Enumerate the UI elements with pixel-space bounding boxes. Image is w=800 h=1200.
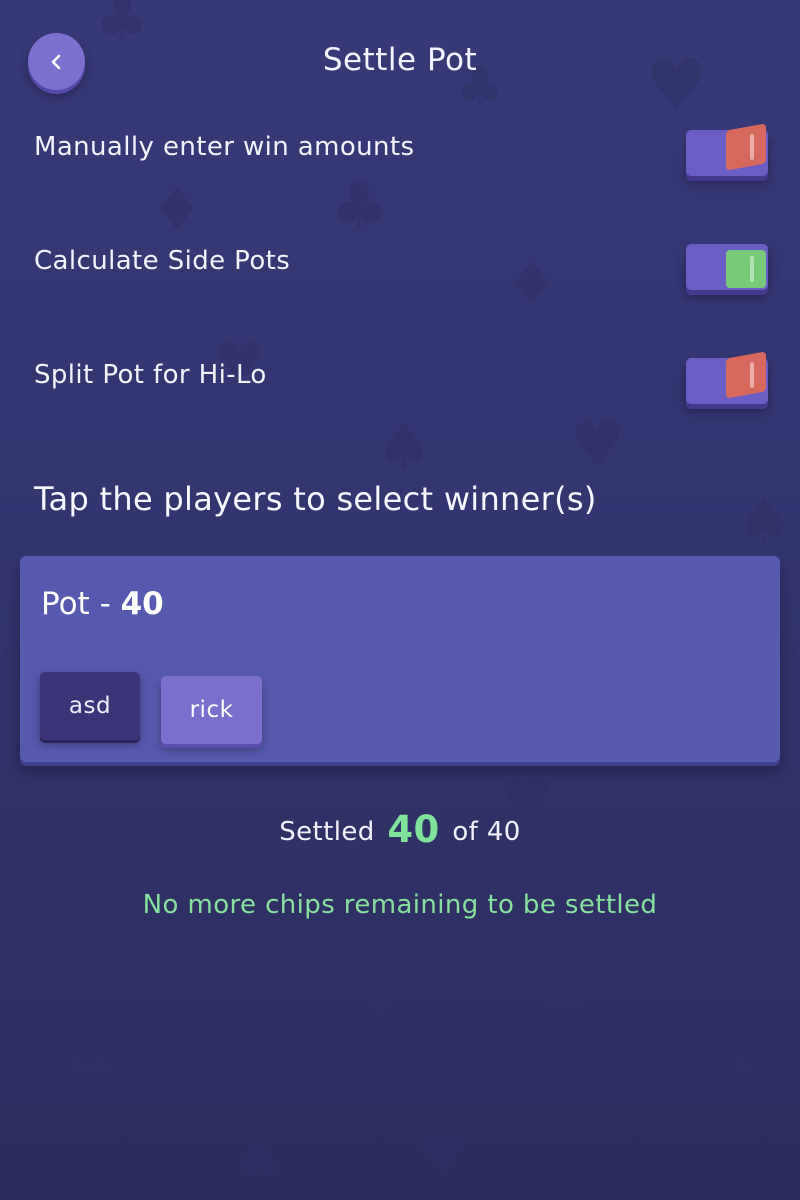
pot-card: Pot - 40 asd rick <box>20 556 780 762</box>
manual-win-amounts-toggle[interactable] <box>686 122 768 178</box>
settled-prefix: Settled <box>279 817 375 847</box>
toggle-label: Manually enter win amounts <box>34 132 415 162</box>
settled-summary: Settled 40 of 40 <box>0 808 800 851</box>
setting-calculate-side-pots: Calculate Side Pots <box>34 236 768 296</box>
setting-split-pot-hi-lo: Split Pot for Hi-Lo <box>34 350 768 410</box>
settlement-status: No more chips remaining to be settled <box>142 890 658 920</box>
setting-manual-win-amounts: Manually enter win amounts <box>34 122 768 182</box>
settled-amount: 40 <box>387 808 440 851</box>
toggle-label: Split Pot for Hi-Lo <box>34 360 267 390</box>
pot-title: Pot - 40 <box>41 586 164 622</box>
toggle-label: Calculate Side Pots <box>34 246 291 276</box>
pot-amount: 40 <box>120 586 164 622</box>
pot-label: Pot - <box>41 586 121 622</box>
header: Settle Pot <box>0 0 800 124</box>
page-title: Settle Pot <box>322 42 478 78</box>
split-pot-hi-lo-toggle[interactable] <box>686 350 768 406</box>
winner-instruction: Tap the players to select winner(s) <box>34 480 597 518</box>
player-chip-rick[interactable]: rick <box>161 676 262 744</box>
calculate-side-pots-toggle[interactable] <box>686 236 768 292</box>
player-chip-asd[interactable]: asd <box>40 672 140 740</box>
settled-suffix: of 40 <box>452 817 521 847</box>
